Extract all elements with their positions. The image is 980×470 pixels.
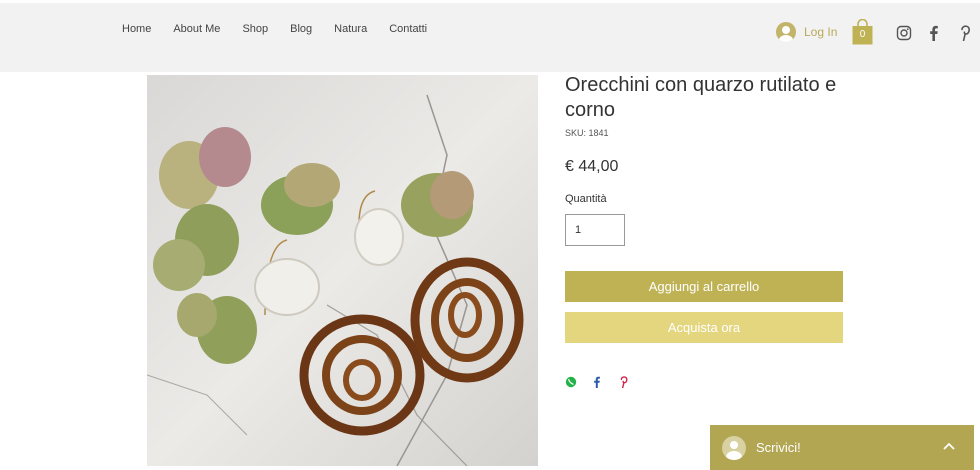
chat-widget[interactable]: Scrivici! — [710, 425, 974, 470]
product-price: € 44,00 — [565, 158, 619, 175]
main-nav: Home About Me Shop Blog Natura Contatti — [122, 23, 449, 35]
nav-about-me[interactable]: About Me — [173, 23, 220, 35]
nav-blog[interactable]: Blog — [290, 23, 312, 35]
cart-count: 0 — [859, 29, 866, 40]
user-avatar-icon — [776, 22, 796, 42]
cart-button[interactable]: 0 — [852, 19, 873, 45]
share-bar — [565, 376, 629, 388]
add-to-cart-button[interactable]: Aggiungi al carrello — [565, 271, 843, 302]
chat-label: Scrivici! — [756, 440, 801, 455]
product-image[interactable] — [147, 75, 538, 466]
earrings-photo — [147, 75, 538, 466]
login-label: Log In — [804, 25, 838, 39]
facebook-icon[interactable] — [591, 376, 603, 388]
quantity-input[interactable] — [565, 214, 625, 246]
social-bar — [896, 25, 972, 41]
whatsapp-icon[interactable] — [565, 376, 577, 388]
instagram-icon[interactable] — [896, 25, 912, 41]
nav-natura[interactable]: Natura — [334, 23, 367, 35]
chat-avatar-icon — [722, 436, 746, 460]
facebook-icon[interactable] — [926, 25, 942, 41]
site-header: Home About Me Shop Blog Natura Contatti … — [0, 0, 980, 72]
nav-contatti[interactable]: Contatti — [389, 23, 427, 35]
product-sku: SKU: 1841 — [565, 128, 609, 138]
nav-home[interactable]: Home — [122, 23, 151, 35]
pinterest-icon[interactable] — [617, 376, 629, 388]
chevron-up-icon[interactable] — [942, 441, 956, 451]
pinterest-icon[interactable] — [956, 25, 972, 41]
login-button[interactable]: Log In — [776, 22, 837, 42]
nav-shop[interactable]: Shop — [242, 23, 268, 35]
quantity-label: Quantità — [565, 193, 607, 205]
product-title: Orecchini con quarzo rutilato e corno — [565, 74, 837, 121]
buy-now-button[interactable]: Acquista ora — [565, 312, 843, 343]
